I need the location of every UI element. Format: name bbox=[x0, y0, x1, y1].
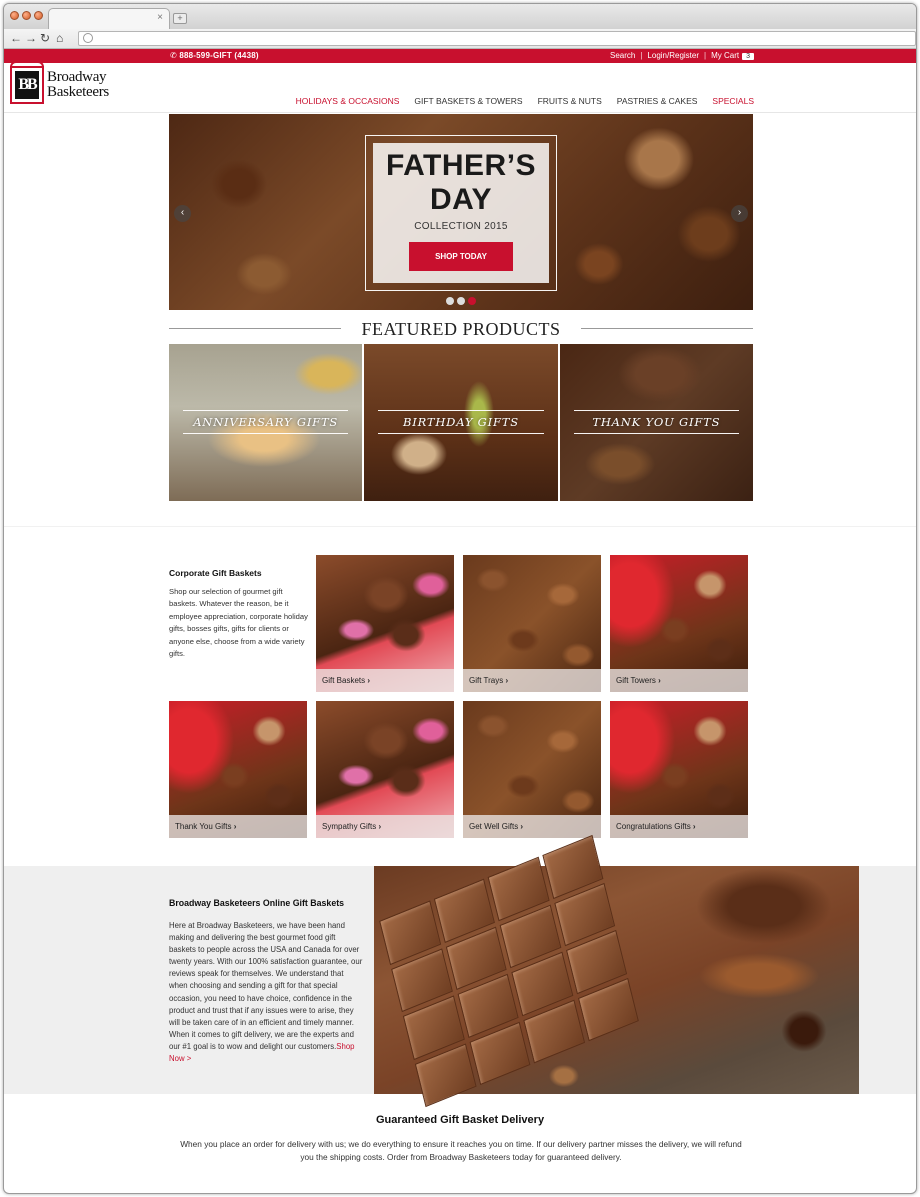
featured-card-label: ANNIVERSARY GIFTS bbox=[183, 410, 349, 434]
hero-frame: FATHER’S DAY COLLECTION 2015 SHOP TODAY bbox=[365, 135, 557, 291]
featured-products: ANNIVERSARY GIFTS BIRTHDAY GIFTS THANK Y… bbox=[169, 344, 753, 501]
tile-caption: Get Well Gifts bbox=[463, 815, 601, 838]
separator: | bbox=[640, 51, 643, 60]
logo-gift-mark: BB bbox=[10, 61, 44, 104]
tab-close-icon[interactable]: × bbox=[157, 12, 163, 24]
chocolate-bar-graphic bbox=[379, 834, 639, 1108]
nav-pastries-cakes[interactable]: PASTRIES & CAKES bbox=[617, 96, 698, 106]
featured-title: FEATURED PRODUCTS bbox=[361, 319, 561, 339]
brand-logo[interactable]: BB Broadway Basketeers bbox=[10, 61, 109, 104]
browser-tab[interactable]: × bbox=[48, 8, 170, 29]
nav-fruits-nuts[interactable]: FRUITS & NUTS bbox=[538, 96, 602, 106]
tile-gift-trays[interactable]: Gift Trays bbox=[463, 555, 601, 692]
tile-caption: Gift Trays bbox=[463, 669, 601, 692]
carousel-next-button[interactable]: › bbox=[731, 205, 748, 222]
phone-number[interactable]: ✆ 888-599-GIFT (4438) bbox=[170, 51, 259, 60]
corporate-intro: Corporate Gift Baskets Shop our selectio… bbox=[169, 568, 311, 660]
tile-gift-baskets[interactable]: Gift Baskets bbox=[316, 555, 454, 692]
carousel-prev-button[interactable]: ‹ bbox=[174, 205, 191, 222]
featured-card-anniversary[interactable]: ANNIVERSARY GIFTS bbox=[169, 344, 363, 501]
carousel-dot[interactable] bbox=[446, 297, 454, 305]
cart-count-badge: 3 bbox=[742, 53, 754, 60]
main-navigation: HOLIDAYS & OCCASIONS GIFT BASKETS & TOWE… bbox=[296, 96, 754, 106]
globe-icon bbox=[83, 33, 93, 43]
shop-today-button[interactable]: SHOP TODAY bbox=[409, 242, 513, 271]
tile-caption: Sympathy Gifts bbox=[316, 815, 454, 838]
login-register-link[interactable]: Login/Register bbox=[647, 51, 699, 60]
about-description: Here at Broadway Basketeers, we have bee… bbox=[169, 921, 363, 1064]
corporate-description: Shop our selection of gourmet gift baske… bbox=[169, 587, 308, 659]
maximize-window-button[interactable] bbox=[34, 11, 43, 20]
about-section: Broadway Basketeers Online Gift Baskets … bbox=[4, 834, 916, 1108]
featured-card-label: BIRTHDAY GIFTS bbox=[378, 410, 544, 434]
search-link[interactable]: Search bbox=[610, 51, 635, 60]
tile-thank-you-gifts[interactable]: Thank You Gifts bbox=[169, 701, 307, 838]
hero-title: FATHER’S DAY bbox=[385, 149, 537, 216]
about-title: Broadway Basketeers Online Gift Baskets bbox=[169, 898, 345, 908]
minimize-window-button[interactable] bbox=[22, 11, 31, 20]
carousel-dot[interactable] bbox=[457, 297, 465, 305]
hero-carousel: ‹ › FATHER’S DAY COLLECTION 2015 SHOP TO… bbox=[169, 114, 753, 310]
featured-card-birthday[interactable]: BIRTHDAY GIFTS bbox=[364, 344, 558, 501]
tile-congratulations-gifts[interactable]: Congratulations Gifts bbox=[610, 701, 748, 838]
tile-caption: Thank You Gifts bbox=[169, 815, 307, 838]
tile-caption: Gift Baskets bbox=[316, 669, 454, 692]
phone-icon: ✆ bbox=[170, 51, 177, 60]
browser-titlebar: × + bbox=[4, 4, 916, 29]
forward-icon[interactable]: → bbox=[25, 31, 37, 45]
featured-card-thank-you[interactable]: THANK YOU GIFTS bbox=[559, 344, 753, 501]
guarantee-description: When you place an order for delivery wit… bbox=[180, 1139, 742, 1162]
featured-card-label: THANK YOU GIFTS bbox=[573, 410, 739, 434]
close-window-button[interactable] bbox=[10, 11, 19, 20]
about-text: Broadway Basketeers Online Gift Baskets … bbox=[169, 898, 364, 1065]
nav-specials[interactable]: SPECIALS bbox=[712, 96, 754, 106]
my-cart-link[interactable]: My Cart 3 bbox=[711, 51, 754, 60]
section-divider bbox=[4, 526, 916, 527]
new-tab-button[interactable]: + bbox=[173, 13, 187, 24]
back-icon[interactable]: ← bbox=[10, 31, 22, 45]
logo-wordmark: Broadway Basketeers bbox=[47, 69, 109, 100]
hero-subtitle: COLLECTION 2015 bbox=[414, 221, 508, 232]
browser-toolbar: ← → ↻ ⌂ bbox=[4, 29, 916, 49]
address-bar[interactable] bbox=[78, 31, 916, 46]
tile-caption: Gift Towers bbox=[610, 669, 748, 692]
carousel-dots bbox=[446, 297, 476, 305]
utility-links: Search | Login/Register | My Cart 3 bbox=[610, 51, 754, 60]
site-header: BB Broadway Basketeers HOLIDAYS & OCCASI… bbox=[4, 61, 916, 113]
featured-heading: FEATURED PRODUCTS bbox=[169, 317, 753, 339]
reload-icon[interactable]: ↻ bbox=[40, 31, 50, 45]
chocolate-image bbox=[374, 834, 859, 1108]
site-topbar: ✆ 888-599-GIFT (4438) Search | Login/Reg… bbox=[4, 49, 916, 63]
browser-window: × + ← → ↻ ⌂ ✆ 888-599-GIFT (4438) Search… bbox=[3, 3, 917, 1194]
nav-holidays-occasions[interactable]: HOLIDAYS & OCCASIONS bbox=[296, 96, 400, 106]
corporate-title: Corporate Gift Baskets bbox=[169, 568, 262, 578]
hero-panel: FATHER’S DAY COLLECTION 2015 SHOP TODAY bbox=[373, 143, 549, 283]
tile-sympathy-gifts[interactable]: Sympathy Gifts bbox=[316, 701, 454, 838]
nav-gift-baskets-towers[interactable]: GIFT BASKETS & TOWERS bbox=[414, 96, 522, 106]
tile-get-well-gifts[interactable]: Get Well Gifts bbox=[463, 701, 601, 838]
carousel-dot-active[interactable] bbox=[468, 297, 476, 305]
tile-caption: Congratulations Gifts bbox=[610, 815, 748, 838]
tile-gift-towers[interactable]: Gift Towers bbox=[610, 555, 748, 692]
logo-monogram: BB bbox=[15, 71, 39, 99]
home-icon[interactable]: ⌂ bbox=[56, 31, 63, 45]
guarantee-title: Guaranteed Gift Basket Delivery bbox=[375, 1114, 545, 1126]
separator: | bbox=[704, 51, 707, 60]
